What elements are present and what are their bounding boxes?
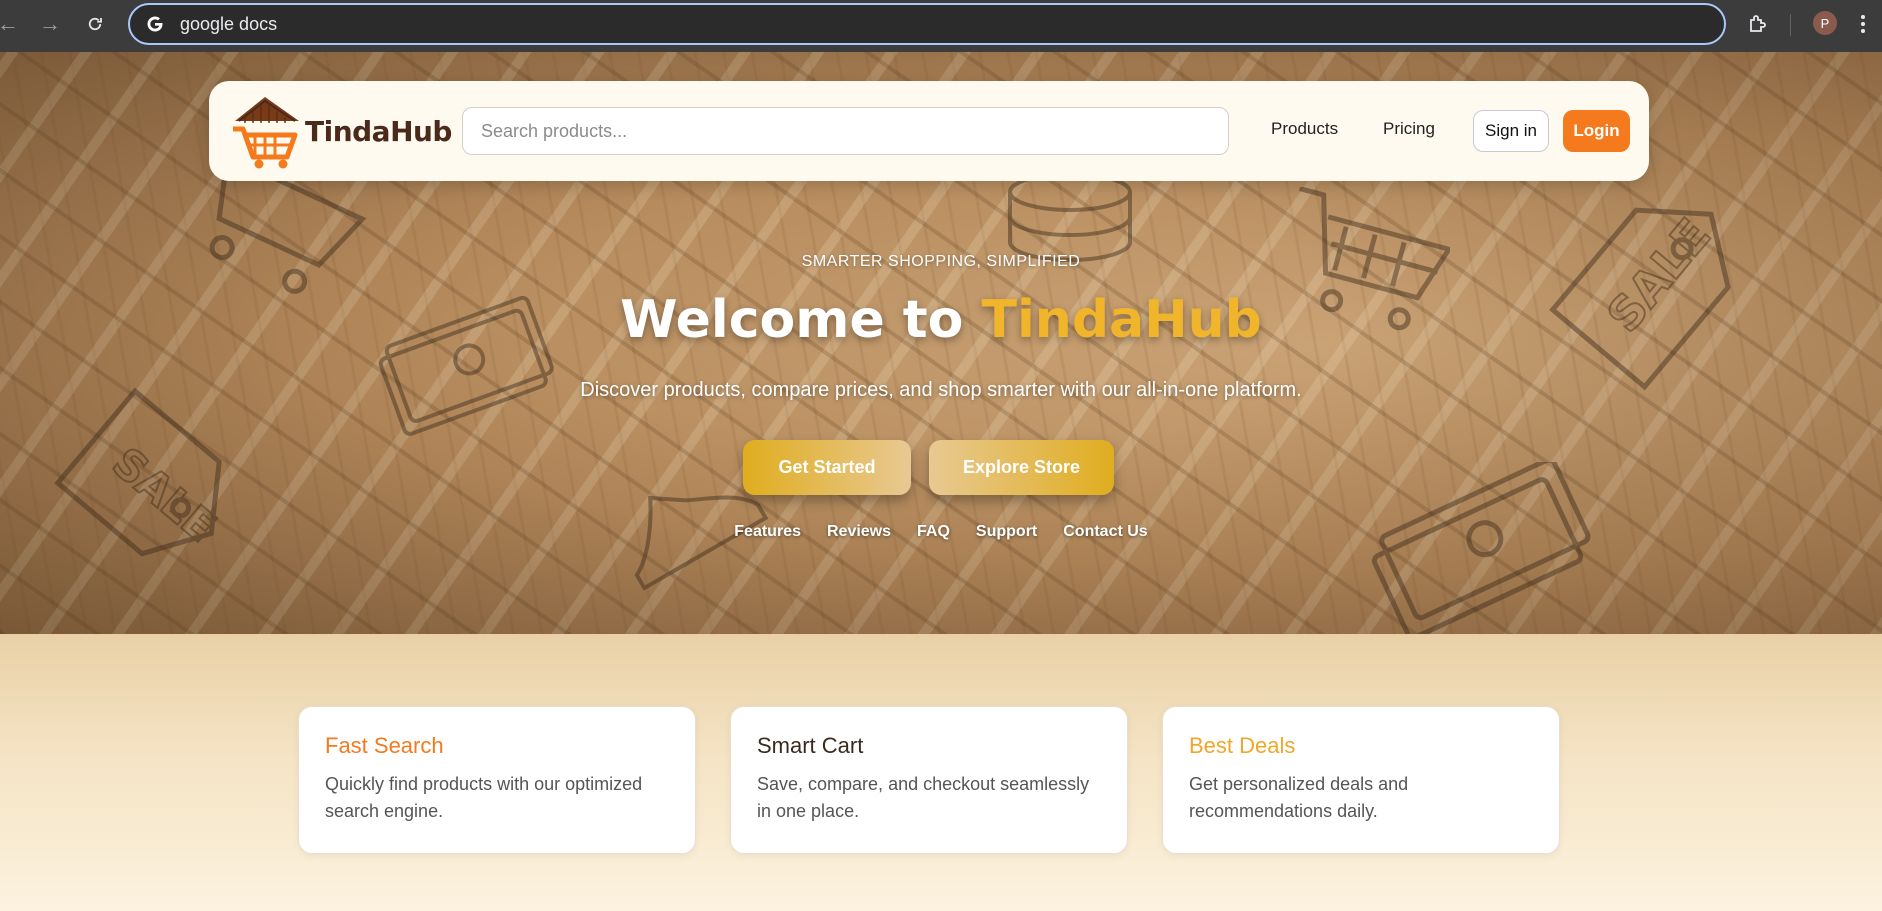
hero-title: Welcome to TindaHub (0, 290, 1882, 350)
hero-section: SALE SALE TindaHub Search products... Pr… (0, 52, 1882, 634)
explore-store-button[interactable]: Explore Store (929, 440, 1114, 495)
url-text[interactable]: google docs (180, 14, 277, 35)
feature-description: Get personalized deals and recommendatio… (1189, 774, 1409, 821)
link-support[interactable]: Support (976, 523, 1037, 541)
sale-tag-icon: SALE (54, 387, 226, 557)
hero-title-prefix: Welcome to (620, 290, 982, 350)
hero-quick-links: Features Reviews FAQ Support Contact Us (0, 523, 1882, 541)
hero-tagline: SMARTER SHOPPING, SIMPLIFIED (801, 253, 1081, 270)
hero-title-brand: TindaHub (981, 290, 1262, 350)
site-logo[interactable]: TindaHub (231, 91, 452, 171)
reload-icon[interactable] (81, 10, 109, 38)
sale-tag-icon: SALE (1549, 207, 1731, 391)
forward-icon[interactable]: → (36, 10, 64, 38)
back-icon[interactable]: ← (0, 10, 22, 38)
link-contact-us[interactable]: Contact Us (1063, 523, 1147, 541)
google-icon (144, 13, 166, 35)
browser-toolbar: ← → google docs P (0, 0, 1882, 52)
profile-avatar[interactable]: P (1813, 11, 1837, 35)
hero-subtitle: Discover products, compare prices, and s… (580, 379, 1302, 401)
address-bar[interactable]: google docs (128, 3, 1726, 45)
link-features[interactable]: Features (734, 523, 801, 541)
feature-title: Fast Search (325, 733, 444, 758)
get-started-button[interactable]: Get Started (743, 440, 911, 495)
site-navbar: TindaHub Products Pricing Sign in Login (209, 81, 1649, 181)
hut-cart-logo-icon (233, 97, 299, 169)
feature-title: Best Deals (1189, 733, 1296, 758)
search-input[interactable] (462, 107, 1229, 155)
login-button[interactable]: Login (1563, 110, 1630, 152)
cash-icon (1371, 462, 1591, 634)
feature-card-smart-cart: Smart Cart Save, compare, and checkout s… (730, 706, 1128, 854)
link-faq[interactable]: FAQ (917, 523, 950, 541)
nav-link-pricing[interactable]: Pricing (1383, 119, 1435, 139)
feature-card-fast-search: Fast Search Quickly find products with o… (298, 706, 696, 854)
features-section: Fast Search Quickly find products with o… (0, 634, 1882, 911)
logo-text: TindaHub (305, 114, 452, 148)
feature-description: Save, compare, and checkout seamlessly i… (757, 774, 1090, 821)
feature-card-best-deals: Best Deals Get personalized deals and re… (1162, 706, 1560, 854)
sign-in-button[interactable]: Sign in (1473, 110, 1549, 152)
toolbar-divider (1790, 14, 1791, 36)
feature-title: Smart Cart (757, 733, 864, 758)
browser-menu-icon[interactable] (1858, 12, 1868, 36)
extensions-icon[interactable] (1746, 12, 1770, 36)
link-reviews[interactable]: Reviews (827, 523, 891, 541)
feature-description: Quickly find products with our optimized… (325, 774, 643, 821)
nav-link-products[interactable]: Products (1271, 119, 1338, 139)
